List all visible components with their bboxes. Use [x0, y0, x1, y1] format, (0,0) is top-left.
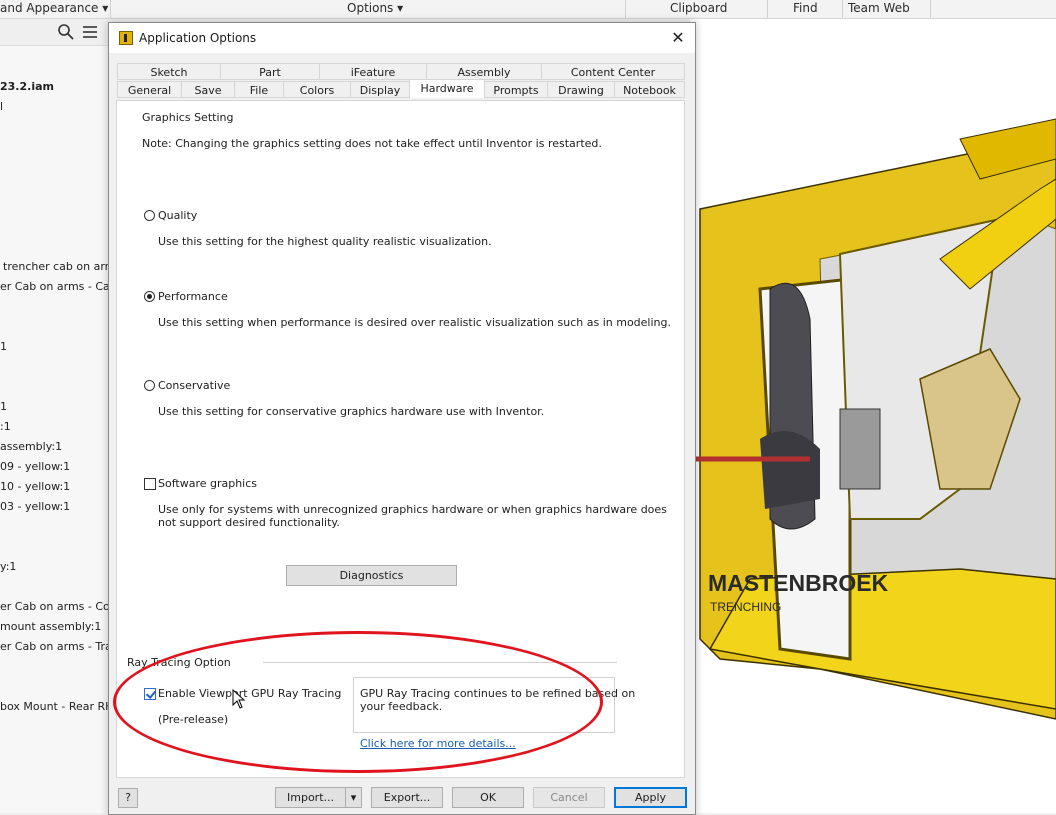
browser-node[interactable]: l	[0, 100, 3, 113]
ribbon-separator	[767, 0, 768, 18]
performance-label[interactable]: Performance	[158, 290, 228, 303]
browser-node[interactable]: trencher cab on arms	[3, 260, 121, 273]
tab-ifeature[interactable]: iFeature	[319, 63, 427, 80]
apply-button[interactable]: Apply	[614, 787, 687, 808]
ribbon-separator	[842, 0, 843, 18]
software-graphics-checkbox[interactable]	[144, 478, 156, 490]
quality-radio[interactable]	[144, 210, 155, 221]
tab-file[interactable]: File	[234, 81, 284, 98]
ribbon-clipboard[interactable]: Clipboard	[670, 1, 727, 15]
browser-node[interactable]: er Cab on arms - Contr	[0, 600, 126, 613]
ribbon-separator	[625, 0, 626, 18]
application-options-dialog: Application Options ✕ Sketch Part iFeatu…	[108, 22, 696, 815]
ribbon-appearance-menu[interactable]: and Appearance ▾	[0, 1, 108, 15]
tab-save[interactable]: Save	[181, 81, 235, 98]
performance-description: Use this setting when performance is des…	[158, 316, 671, 329]
browser-node[interactable]: 09 - yellow:1	[0, 460, 70, 473]
quality-description: Use this setting for the highest quality…	[158, 235, 492, 248]
annotation-ellipse	[113, 631, 603, 773]
ribbon-options-menu[interactable]: Options ▾	[347, 1, 403, 15]
import-button[interactable]: Import...	[275, 787, 346, 808]
cancel-button[interactable]: Cancel	[533, 787, 605, 808]
tab-content-center[interactable]: Content Center	[541, 63, 685, 80]
model-viewport[interactable]: MASTENBROEK TRENCHING	[690, 19, 1056, 813]
tab-assembly[interactable]: Assembly	[426, 63, 542, 80]
tab-notebook[interactable]: Notebook	[614, 81, 685, 98]
browser-node[interactable]: :1	[0, 420, 11, 433]
model-browser: 23.2.iam l trencher cab on arms er Cab o…	[0, 19, 127, 813]
help-icon: ?	[125, 791, 131, 804]
ribbon-separator	[110, 0, 111, 18]
browser-node[interactable]: box Mount - Rear RH-:	[0, 700, 121, 713]
browser-node[interactable]: 1	[0, 400, 7, 413]
tab-drawing[interactable]: Drawing	[547, 81, 615, 98]
conservative-radio[interactable]	[144, 380, 155, 391]
browser-toolbar	[0, 19, 110, 46]
graphics-setting-label: Graphics Setting	[142, 111, 234, 124]
conservative-description: Use this setting for conservative graphi…	[158, 405, 545, 418]
close-icon: ✕	[671, 28, 685, 47]
browser-node[interactable]: er Cab on arms - Track	[0, 640, 124, 653]
browser-node[interactable]: 03 - yellow:1	[0, 500, 70, 513]
diagnostics-button[interactable]: Diagnostics	[286, 565, 457, 586]
tab-part[interactable]: Part	[220, 63, 320, 80]
ok-button[interactable]: OK	[452, 787, 524, 808]
brand-subtext: TRENCHING	[710, 600, 781, 614]
inventor-app-icon	[119, 31, 133, 45]
tab-display[interactable]: Display	[350, 81, 410, 98]
dialog-titlebar[interactable]: Application Options ✕	[109, 23, 695, 53]
help-button[interactable]: ?	[118, 788, 138, 808]
tab-hardware[interactable]: Hardware	[409, 79, 485, 98]
software-graphics-description-line1: Use only for systems with unrecognized g…	[158, 503, 667, 516]
dialog-title: Application Options	[139, 31, 257, 45]
restart-note: Note: Changing the graphics setting does…	[142, 137, 602, 150]
hamburger-menu-icon[interactable]	[83, 25, 97, 39]
browser-node[interactable]: y:1	[0, 560, 16, 573]
tab-prompts[interactable]: Prompts	[484, 81, 548, 98]
trencher-cab-model: MASTENBROEK TRENCHING	[690, 118, 1056, 720]
dropdown-arrow-icon: ▾	[350, 791, 357, 804]
browser-node[interactable]: mount assembly:1	[0, 620, 101, 633]
software-graphics-label[interactable]: Software graphics	[158, 477, 257, 490]
browser-node[interactable]: assembly:1	[0, 440, 62, 453]
browser-node[interactable]: 1	[0, 340, 7, 353]
search-icon[interactable]	[58, 24, 74, 40]
performance-radio[interactable]	[144, 291, 155, 302]
browser-node[interactable]: 23.2.iam	[0, 80, 54, 93]
brand-text: MASTENBROEK	[708, 570, 889, 596]
ribbon-find[interactable]: Find	[793, 1, 818, 15]
browser-node[interactable]: 10 - yellow:1	[0, 480, 70, 493]
ribbon-separator	[930, 0, 931, 18]
tab-colors[interactable]: Colors	[283, 81, 351, 98]
quality-label[interactable]: Quality	[158, 209, 197, 222]
tab-general[interactable]: General	[117, 81, 182, 98]
ribbon-teamweb[interactable]: Team Web	[848, 1, 910, 15]
tab-sketch[interactable]: Sketch	[117, 63, 221, 80]
ribbon-bar: and Appearance ▾ Options ▾ Clipboard Fin…	[0, 0, 1056, 19]
export-button[interactable]: Export...	[371, 787, 443, 808]
software-graphics-description-line2: not support desired functionality.	[158, 516, 340, 529]
close-button[interactable]: ✕	[667, 27, 689, 49]
conservative-label[interactable]: Conservative	[158, 379, 230, 392]
import-dropdown-button[interactable]: ▾	[345, 787, 362, 808]
